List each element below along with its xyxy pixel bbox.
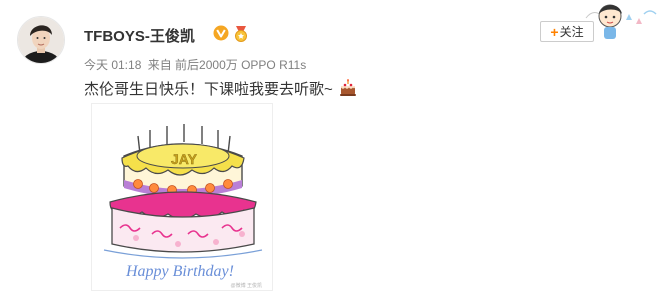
image-caption: Happy Birthday! xyxy=(125,263,234,280)
post-image[interactable]: JAY Happy Birthday! @微博 王俊凯 xyxy=(91,103,273,291)
cake-label: JAY xyxy=(171,151,198,167)
post-text-content: 杰伦哥生日快乐！下课啦我要去听歌~ xyxy=(84,81,333,98)
medal-icon[interactable] xyxy=(232,24,250,42)
post-text: 杰伦哥生日快乐！下课啦我要去听歌~ xyxy=(84,78,357,99)
post-meta: 今天 01:18 来自 前后2000万 OPPO R11s xyxy=(84,56,309,73)
plus-icon: + xyxy=(550,23,559,40)
cake-emoji-icon xyxy=(339,79,356,96)
follow-button[interactable]: + 关注 xyxy=(540,21,594,42)
post-time[interactable]: 今天 01:18 xyxy=(84,58,141,72)
verified-v-icon xyxy=(213,25,229,41)
follow-label: 关注 xyxy=(559,25,584,39)
avatar[interactable] xyxy=(17,16,65,64)
username[interactable]: TFBOYS-王俊凯 xyxy=(84,25,195,46)
post-source: 来自 前后2000万 OPPO R11s xyxy=(147,58,307,72)
avatar-image xyxy=(18,17,64,63)
birthday-cake-illustration: JAY Happy Birthday! @微博 王俊凯 xyxy=(103,124,263,289)
image-watermark: @微博 王俊凯 xyxy=(231,282,262,289)
